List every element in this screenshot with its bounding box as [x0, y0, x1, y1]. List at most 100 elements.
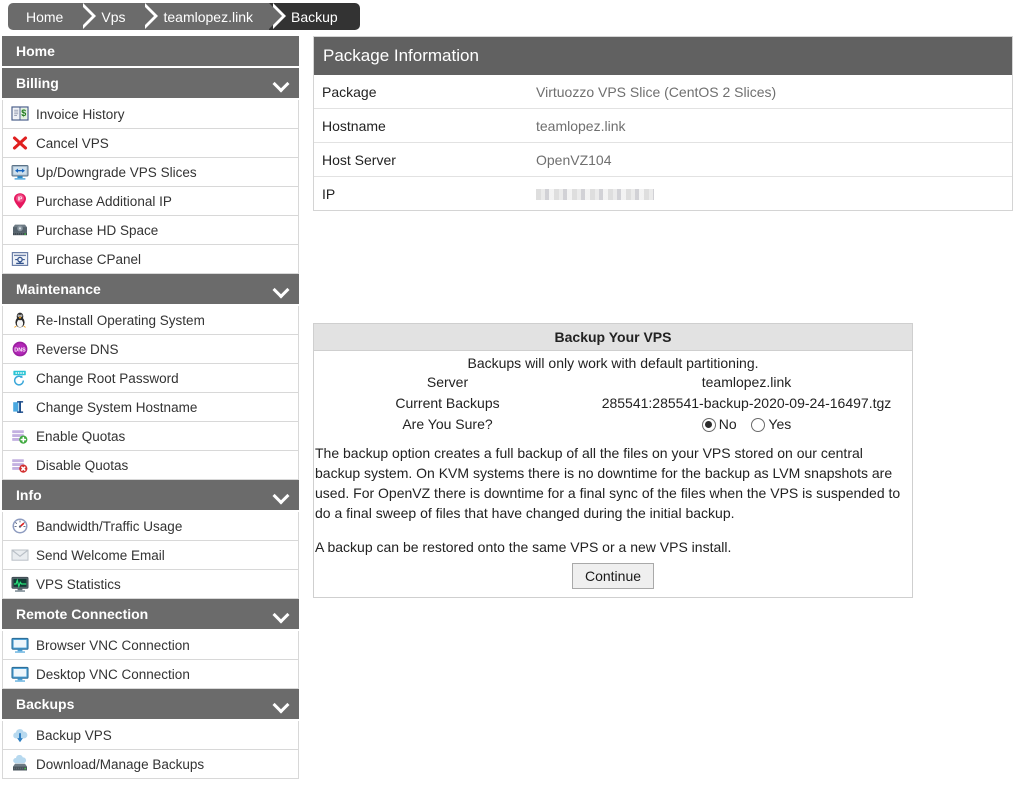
- sidebar-item-label: Purchase HD Space: [36, 222, 159, 238]
- sidebar-item-browser-vnc-connection[interactable]: Browser VNC Connection: [2, 631, 299, 660]
- button-row: Continue: [314, 557, 912, 597]
- package-row-label: Package: [322, 83, 377, 100]
- sidebar-item-send-welcome-email[interactable]: Send Welcome Email: [2, 541, 299, 570]
- monitor-chart-icon: [11, 575, 29, 593]
- sidebar-item-label: Enable Quotas: [36, 428, 126, 444]
- quota-remove-icon: [11, 456, 29, 474]
- backup-field-value: 285541:285541-backup-2020-09-24-16497.tg…: [601, 395, 892, 411]
- backup-field-label: Server: [426, 374, 469, 390]
- sidebar-section-home[interactable]: Home: [2, 36, 299, 68]
- sidebar-section-backups[interactable]: Backups: [2, 689, 299, 721]
- package-row-ip: IP: [314, 176, 1012, 210]
- sidebar-item-label: Backup VPS: [36, 727, 112, 743]
- breadcrumb-item-home[interactable]: Home: [8, 3, 97, 30]
- backup-fields: Server teamlopez.link Current Backups 28554…: [314, 372, 912, 414]
- package-row-label: IP: [322, 185, 336, 202]
- sidebar-item-backup-vps[interactable]: Backup VPS: [2, 721, 299, 750]
- sidebar-item-label: VPS Statistics: [36, 576, 121, 592]
- backup-restore-note: A backup can be restored onto the same V…: [315, 538, 732, 555]
- backup-panel-title: Backup Your VPS: [314, 324, 912, 351]
- radio-yes-icon[interactable]: [751, 417, 766, 432]
- sidebar-item-disable-quotas[interactable]: Disable Quotas: [2, 451, 299, 480]
- sidebar-item-purchase-additional-ip[interactable]: IP Purchase Additional IP: [2, 187, 299, 216]
- sidebar-item-label: Change System Hostname: [36, 399, 198, 415]
- harddisk-icon: [11, 221, 29, 239]
- panel-title: Package Information: [314, 37, 1012, 75]
- sidebar-section-billing[interactable]: Billing: [2, 68, 299, 100]
- svg-text:DNS: DNS: [14, 347, 26, 353]
- linux-penguin-icon: [11, 311, 29, 329]
- confirm-row: Are You Sure? No Yes: [314, 414, 912, 438]
- backup-field-label: Current Backups: [395, 395, 500, 411]
- breadcrumb-label: Backup: [290, 8, 338, 25]
- sidebar-item-label: Change Root Password: [36, 370, 179, 386]
- sidebar-section-title: Home: [16, 43, 55, 59]
- sidebar-section-info[interactable]: Info: [2, 480, 299, 512]
- sidebar-item-label: Cancel VPS: [36, 135, 109, 151]
- backup-description: The backup option creates a full backup …: [315, 444, 901, 521]
- sidebar-section-title: Remote Connection: [16, 606, 149, 622]
- sidebar-item-label: Up/Downgrade VPS Slices: [36, 164, 197, 180]
- package-row-value: [536, 186, 654, 202]
- sidebar-item-desktop-vnc-connection[interactable]: Desktop VNC Connection: [2, 660, 299, 689]
- sidebar-item-purchase-hd-space[interactable]: Purchase HD Space: [2, 216, 299, 245]
- radio-yes-label: Yes: [768, 416, 792, 432]
- redacted-ip-value: [536, 189, 654, 201]
- package-row-value: Virtuozzo VPS Slice (CentOS 2 Slices): [536, 83, 777, 100]
- package-row-hostname: Hostname teamlopez.link: [314, 108, 1012, 142]
- chevron-down-icon[interactable]: [273, 696, 289, 712]
- breadcrumb: Home Vps teamlopez.link Backup: [8, 3, 360, 30]
- sidebar-item-cancel-vps[interactable]: Cancel VPS: [2, 129, 299, 158]
- sidebar-item-purchase-cpanel[interactable]: Purchase CPanel: [2, 245, 299, 274]
- package-row-value: OpenVZ104: [536, 151, 612, 168]
- package-row-label: Host Server: [322, 151, 396, 168]
- breadcrumb-separator-icon: [141, 3, 155, 29]
- sidebar-item-bandwidth-traffic-usage[interactable]: Bandwidth/Traffic Usage: [2, 512, 299, 541]
- gauge-icon: [11, 517, 29, 535]
- sidebar-item-re-install-operating-system[interactable]: Re-Install Operating System: [2, 306, 299, 335]
- radio-option-no[interactable]: No: [701, 414, 737, 435]
- continue-button[interactable]: Continue: [571, 562, 655, 589]
- sidebar-section-remote-connection[interactable]: Remote Connection: [2, 599, 299, 631]
- red-x-icon: [11, 134, 29, 152]
- sidebar-item-change-system-hostname[interactable]: Change System Hostname: [2, 393, 299, 422]
- sidebar: Home Billing $ Invoice History Cancel VPS Up/…: [2, 36, 299, 779]
- breadcrumb-item-teamlopez-link[interactable]: teamlopez.link: [141, 3, 286, 30]
- sidebar-item-vps-statistics[interactable]: VPS Statistics: [2, 570, 299, 599]
- chevron-down-icon[interactable]: [273, 487, 289, 503]
- sidebar-item-label: Disable Quotas: [36, 457, 129, 473]
- sidebar-item-label: Bandwidth/Traffic Usage: [36, 518, 183, 534]
- sidebar-item-up-downgrade-vps-slices[interactable]: Up/Downgrade VPS Slices: [2, 158, 299, 187]
- package-row-package: Package Virtuozzo VPS Slice (CentOS 2 Sli…: [314, 75, 1012, 108]
- monitor-icon: [11, 636, 29, 654]
- sidebar-section-maintenance[interactable]: Maintenance: [2, 274, 299, 306]
- sidebar-item-invoice-history[interactable]: $ Invoice History: [2, 100, 299, 129]
- chevron-down-icon[interactable]: [273, 75, 289, 91]
- sidebar-item-download-manage-backups[interactable]: Download/Manage Backups: [2, 750, 299, 779]
- chevron-down-icon[interactable]: [273, 281, 289, 297]
- chevron-down-icon[interactable]: [273, 606, 289, 622]
- backup-field-server: Server teamlopez.link: [314, 372, 912, 393]
- radio-option-yes[interactable]: Yes: [751, 414, 791, 435]
- sidebar-item-reverse-dns[interactable]: DNS Reverse DNS: [2, 335, 299, 364]
- cpanel-icon: [11, 250, 29, 268]
- sidebar-section-title: Backups: [16, 696, 75, 712]
- sidebar-item-label: Send Welcome Email: [36, 547, 165, 563]
- backup-field-current-backups: Current Backups 285541:285541-backup-2020…: [314, 393, 912, 414]
- sidebar-item-enable-quotas[interactable]: Enable Quotas: [2, 422, 299, 451]
- invoice-icon: $: [11, 105, 29, 123]
- cloud-download-icon: [11, 726, 29, 744]
- breadcrumb-label: Home: [26, 8, 64, 25]
- backup-field-value: teamlopez.link: [701, 374, 792, 390]
- ip-pin-icon: IP: [11, 192, 29, 210]
- sidebar-section-title: Maintenance: [16, 281, 101, 297]
- package-row-label: Hostname: [322, 117, 386, 134]
- confirm-options: No Yes: [581, 414, 912, 438]
- sidebar-item-label: Download/Manage Backups: [36, 756, 205, 772]
- breadcrumb-label: Vps: [101, 8, 126, 25]
- sidebar-item-label: Browser VNC Connection: [36, 637, 190, 653]
- package-row-host-server: Host Server OpenVZ104: [314, 142, 1012, 176]
- radio-no-icon[interactable]: [701, 417, 716, 432]
- cloud-drive-icon: [11, 755, 29, 773]
- sidebar-item-change-root-password[interactable]: Change Root Password: [2, 364, 299, 393]
